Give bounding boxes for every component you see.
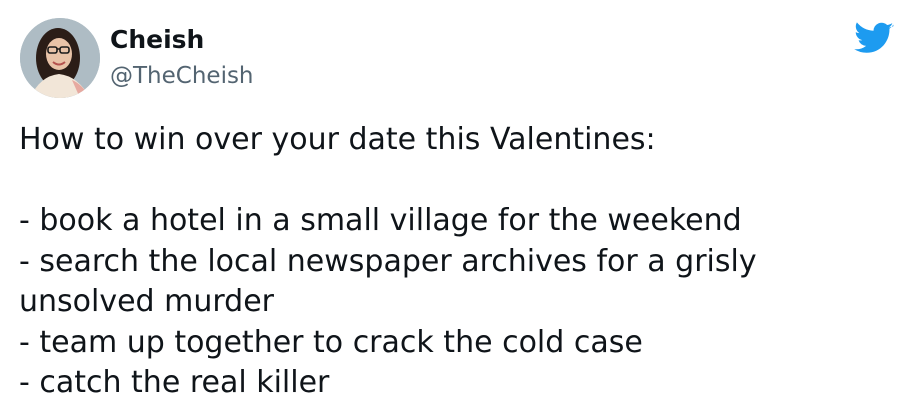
display-name[interactable]: Cheish xyxy=(110,24,204,56)
tweet-text-line: - catch the real killer xyxy=(19,365,330,400)
tweet-text-line: - search the local newspaper archives fo… xyxy=(19,243,757,279)
user-handle[interactable]: @TheCheish xyxy=(110,61,254,91)
tweet-text-line: unsolved murder xyxy=(19,284,275,319)
tweet-text: How to win over your date this Valentine… xyxy=(19,120,899,404)
tweet-text-line: - book a hotel in a small village for th… xyxy=(19,203,742,238)
tweet-text-line: - team up together to crack the cold cas… xyxy=(19,324,643,360)
tweet-text-line: How to win over your date this Valentine… xyxy=(19,122,656,157)
avatar[interactable] xyxy=(20,18,100,98)
tweet-card: Cheish @TheCheish How to win over your d… xyxy=(0,0,916,412)
profile-photo xyxy=(20,18,100,98)
twitter-bird-icon[interactable] xyxy=(854,22,894,56)
